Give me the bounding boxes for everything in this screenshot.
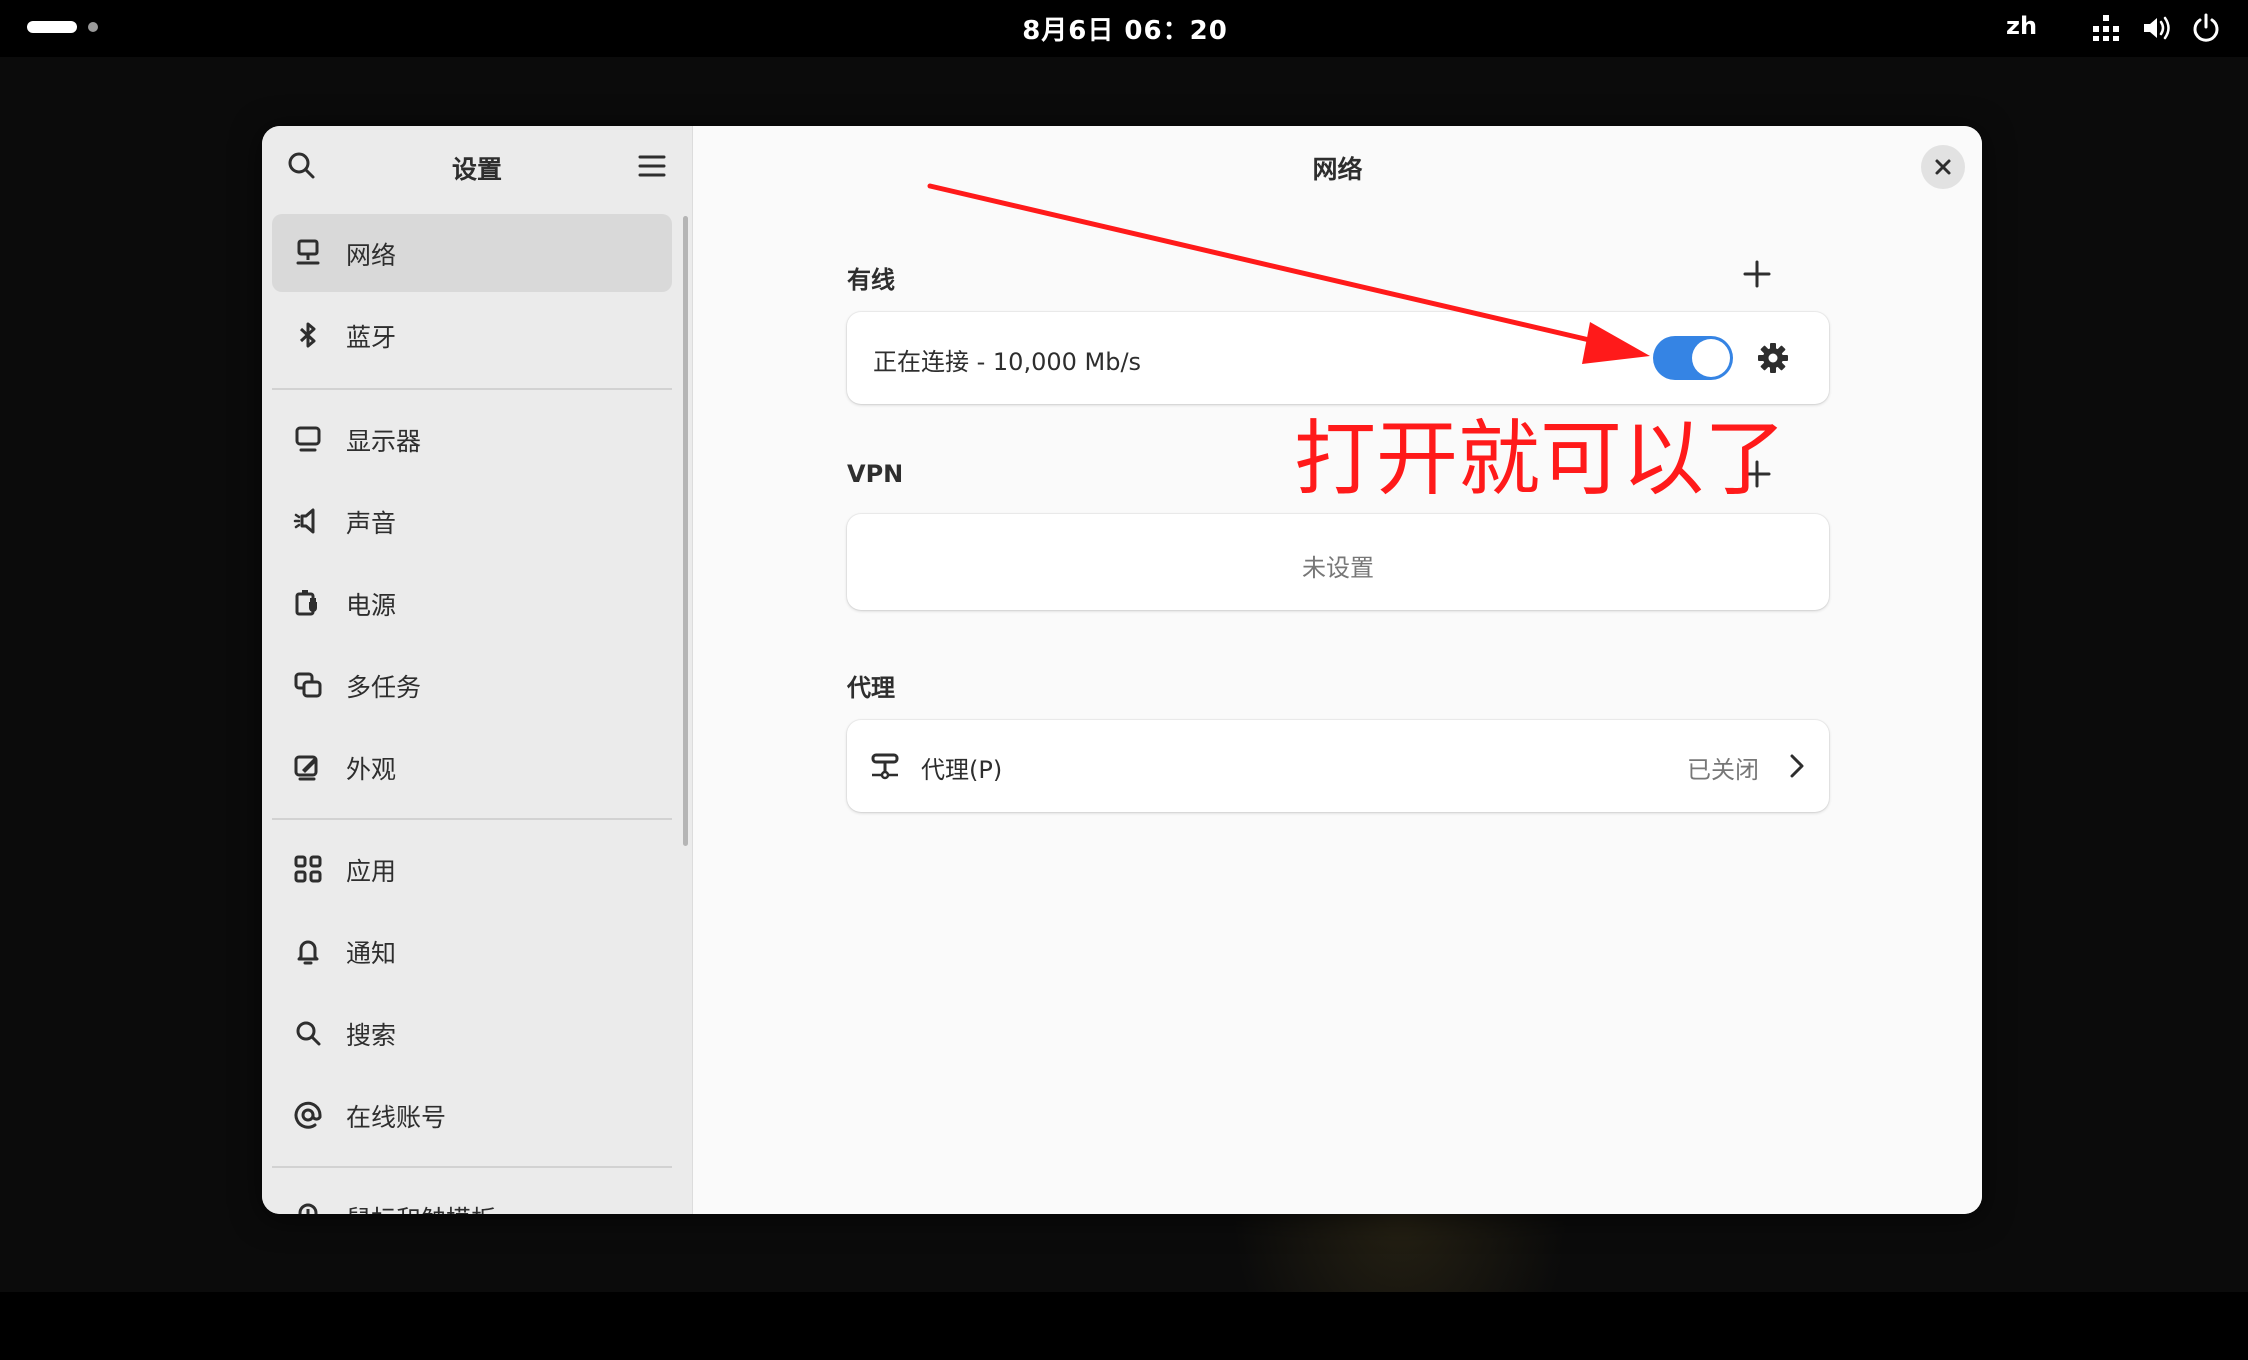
input-method-indicator[interactable]: zh (2006, 12, 2037, 40)
display-icon (295, 426, 321, 452)
sidebar-item-label: 鼠标和触摸板 (346, 1200, 496, 1214)
network-panel: 网络 有线 正在连接 - 10,000 Mb/s VPN 未设置 代理 代理(P… (693, 126, 1982, 1214)
sidebar-item-label: 应用 (346, 857, 397, 886)
sidebar-item-sound[interactable]: 声音 (272, 482, 672, 560)
network-wired-icon (296, 239, 320, 265)
annotation-text: 打开就可以了 (1294, 412, 1787, 507)
sidebar-item-label: 蓝牙 (346, 323, 397, 352)
sound-icon (293, 508, 315, 534)
sidebar-item-label: 多任务 (346, 673, 422, 702)
sidebar-separator (272, 818, 672, 820)
sidebar-item-multitasking[interactable]: 多任务 (272, 646, 672, 724)
chevron-right-icon (1790, 754, 1804, 778)
sidebar-title: 设置 (451, 155, 502, 184)
workspace-indicator-dot[interactable] (88, 22, 98, 32)
sidebar-item-apps[interactable]: 应用 (272, 830, 672, 908)
sidebar-item-notifications[interactable]: 通知 (272, 912, 672, 990)
top-bar: 8月6日 06：20 zh (0, 0, 2248, 57)
multitasking-icon (294, 672, 322, 698)
sidebar-item-label: 声音 (346, 509, 397, 538)
wired-status-text: 正在连接 - 10,000 Mb/s (873, 348, 1142, 376)
mouse-icon (298, 1203, 318, 1214)
settings-window: 设置 网络 蓝牙 显示器 声音 电源 多任务 外观 应用 通知 搜索 在线账号 … (262, 126, 1982, 1214)
proxy-section-heading: 代理 (847, 674, 895, 702)
sidebar-item-label: 显示器 (346, 427, 422, 456)
vpn-empty-text: 未设置 (1302, 554, 1374, 582)
proxy-label: 代理(P) (921, 756, 1003, 784)
sidebar-item-label: 搜索 (346, 1021, 397, 1050)
sidebar-header: 设置 (262, 126, 692, 206)
toggle-knob (1692, 339, 1730, 377)
sidebar-item-bluetooth[interactable]: 蓝牙 (272, 296, 672, 374)
page-title: 网络 (1312, 155, 1363, 184)
close-button[interactable] (1921, 145, 1965, 189)
wired-toggle-switch[interactable] (1653, 336, 1733, 380)
sidebar-item-network[interactable]: 网络 (272, 214, 672, 292)
wired-connection-card: 正在连接 - 10,000 Mb/s (847, 312, 1829, 404)
proxy-status: 已关闭 (1687, 756, 1759, 784)
sidebar-item-online-accounts[interactable]: 在线账号 (272, 1076, 672, 1154)
sidebar-item-search[interactable]: 搜索 (272, 994, 672, 1072)
bell-icon (297, 940, 319, 965)
sidebar-item-label: 在线账号 (346, 1103, 447, 1132)
network-wired-icon[interactable] (2090, 12, 2122, 44)
desktop-bottom-strip (0, 1292, 2248, 1360)
bluetooth-icon (299, 322, 316, 348)
volume-icon[interactable] (2140, 12, 2172, 44)
proxy-row[interactable]: 代理(P) 已关闭 (847, 720, 1829, 812)
at-sign-icon (294, 1101, 322, 1129)
sidebar-item-label: 外观 (346, 755, 397, 784)
close-icon (1935, 159, 1951, 175)
sidebar-item-label: 电源 (346, 591, 397, 620)
sidebar-item-mouse-touchpad[interactable]: 鼠标和触摸板 (272, 1178, 672, 1214)
appearance-icon (294, 755, 318, 781)
add-wired-button[interactable] (1737, 254, 1777, 294)
vpn-card: 未设置 (847, 514, 1829, 610)
sidebar-separator (272, 388, 672, 390)
vpn-section-heading: VPN (847, 460, 904, 488)
clock[interactable]: 8月6日 06：20 (930, 10, 1320, 47)
search-icon (296, 1021, 321, 1046)
sidebar-item-display[interactable]: 显示器 (272, 400, 672, 478)
gear-icon[interactable] (1755, 340, 1791, 376)
sidebar-item-power[interactable]: 电源 (272, 564, 672, 642)
power-battery-icon (295, 590, 317, 616)
apps-grid-icon (294, 855, 322, 883)
proxy-icon (871, 753, 899, 780)
sidebar-item-label: 网络 (346, 241, 397, 270)
hamburger-menu-icon[interactable] (632, 146, 672, 186)
sidebar-scrollbar[interactable] (683, 216, 688, 846)
sidebar: 设置 网络 蓝牙 显示器 声音 电源 多任务 外观 应用 通知 搜索 在线账号 (262, 126, 693, 1214)
wired-section-heading: 有线 (847, 266, 895, 294)
sidebar-separator (272, 1166, 672, 1168)
workspace-indicator-active[interactable] (27, 21, 77, 33)
sidebar-item-label: 通知 (346, 939, 397, 968)
sidebar-item-appearance[interactable]: 外观 (272, 728, 672, 806)
power-icon[interactable] (2190, 12, 2222, 44)
